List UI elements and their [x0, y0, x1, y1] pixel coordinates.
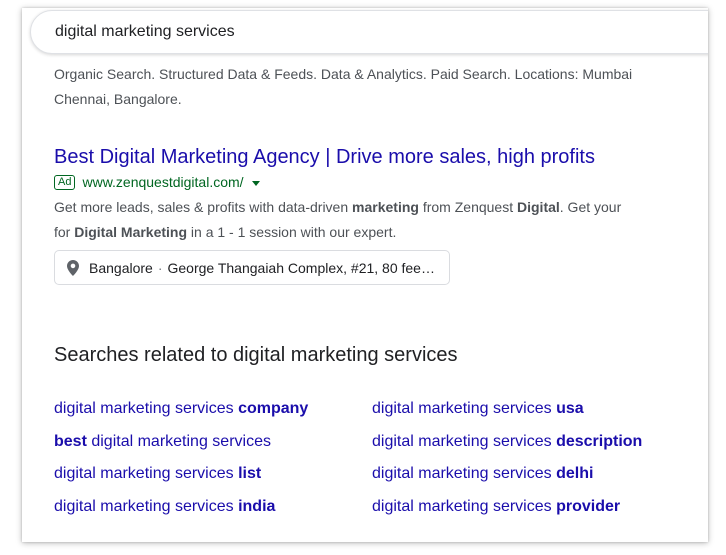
snippet-line: Chennai, Bangalore. [54, 91, 182, 107]
ad-description-line: for Digital Marketing in a 1 - 1 session… [54, 220, 708, 245]
description-text: Get more leads, sales & profits with dat… [54, 199, 353, 215]
location-address: George Thangaiah Complex, #21, 80 fee… [167, 259, 435, 276]
related-searches-heading: Searches related to digital marketing se… [54, 344, 458, 366]
ad-title-link[interactable]: Best Digital Marketing Agency | Drive mo… [54, 144, 708, 170]
ad-description: Get more leads, sales & profits with dat… [54, 195, 708, 245]
search-input[interactable] [55, 21, 695, 43]
related-search-link[interactable]: digital marketing services delhi [372, 463, 690, 496]
search-box[interactable] [30, 10, 708, 54]
related-search-text: digital marketing services [86, 432, 271, 450]
results-page: Organic Search. Structured Data & Feeds.… [22, 8, 708, 542]
related-search-keyword: usa [556, 400, 584, 417]
related-search-text: digital marketing services [372, 432, 557, 450]
related-searches: Searches related to digital marketing se… [54, 342, 708, 515]
related-search-text: digital marketing services [372, 497, 557, 515]
related-search-text: digital marketing services [54, 400, 239, 417]
related-search-link[interactable]: digital marketing services usa [372, 398, 690, 431]
related-search-keyword: india [238, 497, 276, 515]
related-search-keyword: delhi [556, 465, 594, 482]
related-search-keyword: company [238, 400, 309, 417]
ad-url-line: Ad www.zenquestdigital.com/ [54, 172, 708, 192]
related-search-link[interactable]: digital marketing services company [54, 398, 372, 431]
previous-result-snippet: Organic Search. Structured Data & Feeds.… [54, 62, 708, 112]
related-search-keyword: provider [556, 497, 621, 515]
related-search-link[interactable]: digital marketing services description [372, 431, 690, 464]
location-extension[interactable]: Bangalore · George Thangaiah Complex, #2… [54, 250, 450, 285]
related-search-text: digital marketing services [372, 400, 557, 417]
related-search-link[interactable]: best digital marketing services [54, 431, 372, 464]
related-search-link[interactable]: digital marketing services provider [372, 496, 690, 529]
related-search-link[interactable]: digital marketing services list [54, 463, 372, 496]
related-search-text: digital marketing services [54, 497, 239, 515]
related-search-text: digital marketing services [54, 465, 239, 482]
ad-display-url[interactable]: www.zenquestdigital.com/ [82, 174, 243, 190]
caret-down-icon[interactable] [251, 180, 260, 186]
bold-keyword: Digital [517, 199, 560, 215]
snippet-line: Organic Search. Structured Data & Feeds.… [54, 66, 633, 82]
bold-keyword: marketing [352, 199, 419, 215]
related-searches-grid: digital marketing services company digita… [54, 398, 708, 528]
ad-result: Best Digital Marketing Agency | Drive mo… [54, 144, 708, 285]
related-search-text: digital marketing services [372, 465, 557, 482]
separator-dot: · [157, 259, 163, 276]
related-search-keyword: list [238, 465, 262, 482]
ad-badge: Ad [54, 174, 76, 190]
map-pin-icon [67, 259, 79, 276]
related-search-keyword: best [54, 432, 87, 450]
description-text: for [54, 224, 75, 240]
related-search-link[interactable]: digital marketing services india [54, 496, 372, 529]
description-text: in a 1 - 1 session with our expert. [187, 224, 397, 240]
ad-description-line: Get more leads, sales & profits with dat… [54, 195, 708, 220]
bold-keyword: Digital Marketing [74, 224, 188, 240]
description-text: . Get your [559, 199, 622, 215]
location-city: Bangalore [89, 259, 153, 276]
related-search-keyword: description [556, 432, 643, 450]
description-text: from Zenquest [418, 199, 517, 215]
